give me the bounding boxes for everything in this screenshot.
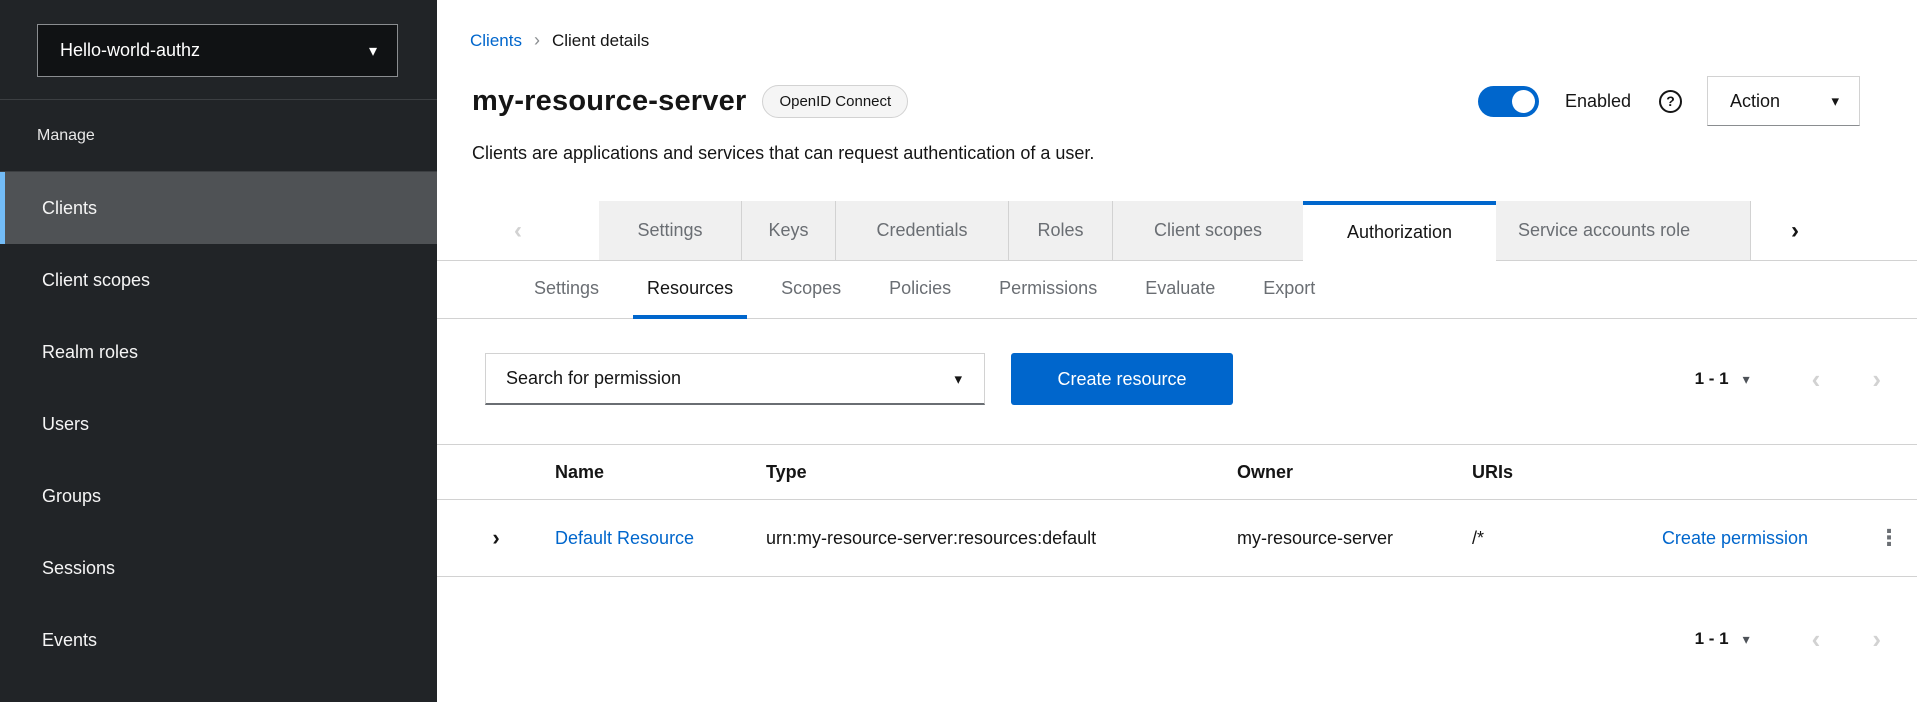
sidebar-section-label: Manage xyxy=(0,100,437,171)
protocol-badge: OpenID Connect xyxy=(762,85,908,118)
sidebar-item-clients[interactable]: Clients xyxy=(0,172,437,244)
enabled-label: Enabled xyxy=(1565,91,1631,112)
toggle-knob xyxy=(1512,90,1535,113)
subtab-settings[interactable]: Settings xyxy=(520,261,613,319)
create-permission-link[interactable]: Create permission xyxy=(1662,528,1808,548)
subtab-permissions[interactable]: Permissions xyxy=(985,261,1111,319)
subtab-export[interactable]: Export xyxy=(1249,261,1329,319)
resource-name-link[interactable]: Default Resource xyxy=(555,528,694,548)
pagination-top: 1 - 1 ▾ ‹ › xyxy=(1695,366,1881,392)
pagination-next-button[interactable]: › xyxy=(1872,366,1881,392)
chevron-right-icon: › xyxy=(1791,217,1799,245)
tab-client-scopes[interactable]: Client scopes xyxy=(1113,201,1303,260)
resource-type-cell: urn:my-resource-server:resources:default xyxy=(766,528,1237,549)
tab-settings[interactable]: Settings xyxy=(599,201,742,260)
search-permission-label: Search for permission xyxy=(506,368,681,389)
expand-row-icon[interactable]: › xyxy=(492,527,499,549)
breadcrumb-clients-link[interactable]: Clients xyxy=(470,31,522,51)
client-tabs: ‹ Settings Keys Credentials Roles Client… xyxy=(437,201,1917,261)
tab-roles[interactable]: Roles xyxy=(1009,201,1113,260)
subtab-scopes[interactable]: Scopes xyxy=(767,261,855,319)
breadcrumb-divider-icon: › xyxy=(534,30,540,51)
breadcrumb-current: Client details xyxy=(552,31,649,51)
resource-owner-cell: my-resource-server xyxy=(1237,528,1472,549)
pagination-bottom-row: 1 - 1 ▾ ‹ › xyxy=(437,613,1881,665)
sidebar-item-users[interactable]: Users xyxy=(0,388,437,460)
resources-toolbar: Search for permission ▾ Create resource … xyxy=(485,353,1881,405)
table-row: › Default Resource urn:my-resource-serve… xyxy=(437,500,1917,577)
column-header-uris: URIs xyxy=(1472,462,1592,483)
sidebar-item-client-scopes[interactable]: Client scopes xyxy=(0,244,437,316)
search-permission-select[interactable]: Search for permission ▾ xyxy=(485,353,985,405)
pagination-menu-caret-icon[interactable]: ▾ xyxy=(1743,631,1750,648)
page-header: my-resource-server OpenID Connect Enable… xyxy=(472,75,1860,127)
tab-service-accounts-roles[interactable]: Service accounts role xyxy=(1496,201,1751,260)
action-dropdown-label: Action xyxy=(1730,91,1780,112)
sidebar-item-events[interactable]: Events xyxy=(0,604,437,676)
row-expand-cell: › xyxy=(437,527,555,549)
create-resource-button[interactable]: Create resource xyxy=(1011,353,1233,405)
realm-section: Hello-world-authz ▾ xyxy=(0,0,437,100)
tab-keys[interactable]: Keys xyxy=(742,201,836,260)
enabled-toggle[interactable] xyxy=(1478,86,1539,117)
tabs-scroll-left-button[interactable]: ‹ xyxy=(437,201,599,260)
column-header-owner: Owner xyxy=(1237,462,1472,483)
column-header-type: Type xyxy=(766,462,1237,483)
sidebar-nav: Clients Client scopes Realm roles Users … xyxy=(0,171,437,676)
header-controls: Enabled ? Action ▾ xyxy=(1478,76,1860,126)
chevron-left-icon: ‹ xyxy=(514,217,522,245)
main-content: Clients › Client details my-resource-ser… xyxy=(437,0,1917,702)
realm-selector[interactable]: Hello-world-authz ▾ xyxy=(37,24,398,77)
page-title: my-resource-server xyxy=(472,85,746,118)
pagination-range: 1 - 1 xyxy=(1695,369,1729,389)
sidebar-item-realm-roles[interactable]: Realm roles xyxy=(0,316,437,388)
subtab-policies[interactable]: Policies xyxy=(875,261,965,319)
subtab-evaluate[interactable]: Evaluate xyxy=(1131,261,1229,319)
subtab-resources[interactable]: Resources xyxy=(633,261,747,319)
pagination-bottom: 1 - 1 ▾ ‹ › xyxy=(1695,626,1881,652)
tabs-scroll-right-button[interactable]: › xyxy=(1751,201,1839,260)
chevron-down-icon: ▾ xyxy=(954,370,962,388)
sidebar-item-sessions[interactable]: Sessions xyxy=(0,532,437,604)
resources-table: Name Type Owner URIs › Default Resource … xyxy=(437,444,1917,577)
pagination-menu-caret-icon[interactable]: ▾ xyxy=(1743,371,1750,388)
resource-uris-cell: /* xyxy=(1472,528,1592,549)
tab-authorization[interactable]: Authorization xyxy=(1303,201,1496,260)
sidebar: Hello-world-authz ▾ Manage Clients Clien… xyxy=(0,0,437,702)
pagination-next-button[interactable]: › xyxy=(1872,626,1881,652)
action-dropdown[interactable]: Action ▾ xyxy=(1707,76,1860,126)
authorization-subtabs: Settings Resources Scopes Policies Permi… xyxy=(437,261,1917,319)
pagination-prev-button[interactable]: ‹ xyxy=(1812,626,1821,652)
realm-name: Hello-world-authz xyxy=(60,40,200,61)
tab-credentials[interactable]: Credentials xyxy=(836,201,1009,260)
chevron-down-icon: ▾ xyxy=(1831,92,1839,110)
kebab-menu-icon[interactable]: ⋮ xyxy=(1878,525,1900,551)
pagination-range: 1 - 1 xyxy=(1695,629,1729,649)
page-description: Clients are applications and services th… xyxy=(472,143,1917,164)
breadcrumb: Clients › Client details xyxy=(470,30,1917,51)
column-header-name: Name xyxy=(555,462,766,483)
pagination-prev-button[interactable]: ‹ xyxy=(1812,366,1821,392)
help-icon[interactable]: ? xyxy=(1659,90,1682,113)
table-header-row: Name Type Owner URIs xyxy=(437,444,1917,500)
sidebar-item-groups[interactable]: Groups xyxy=(0,460,437,532)
chevron-down-icon: ▾ xyxy=(369,41,377,61)
